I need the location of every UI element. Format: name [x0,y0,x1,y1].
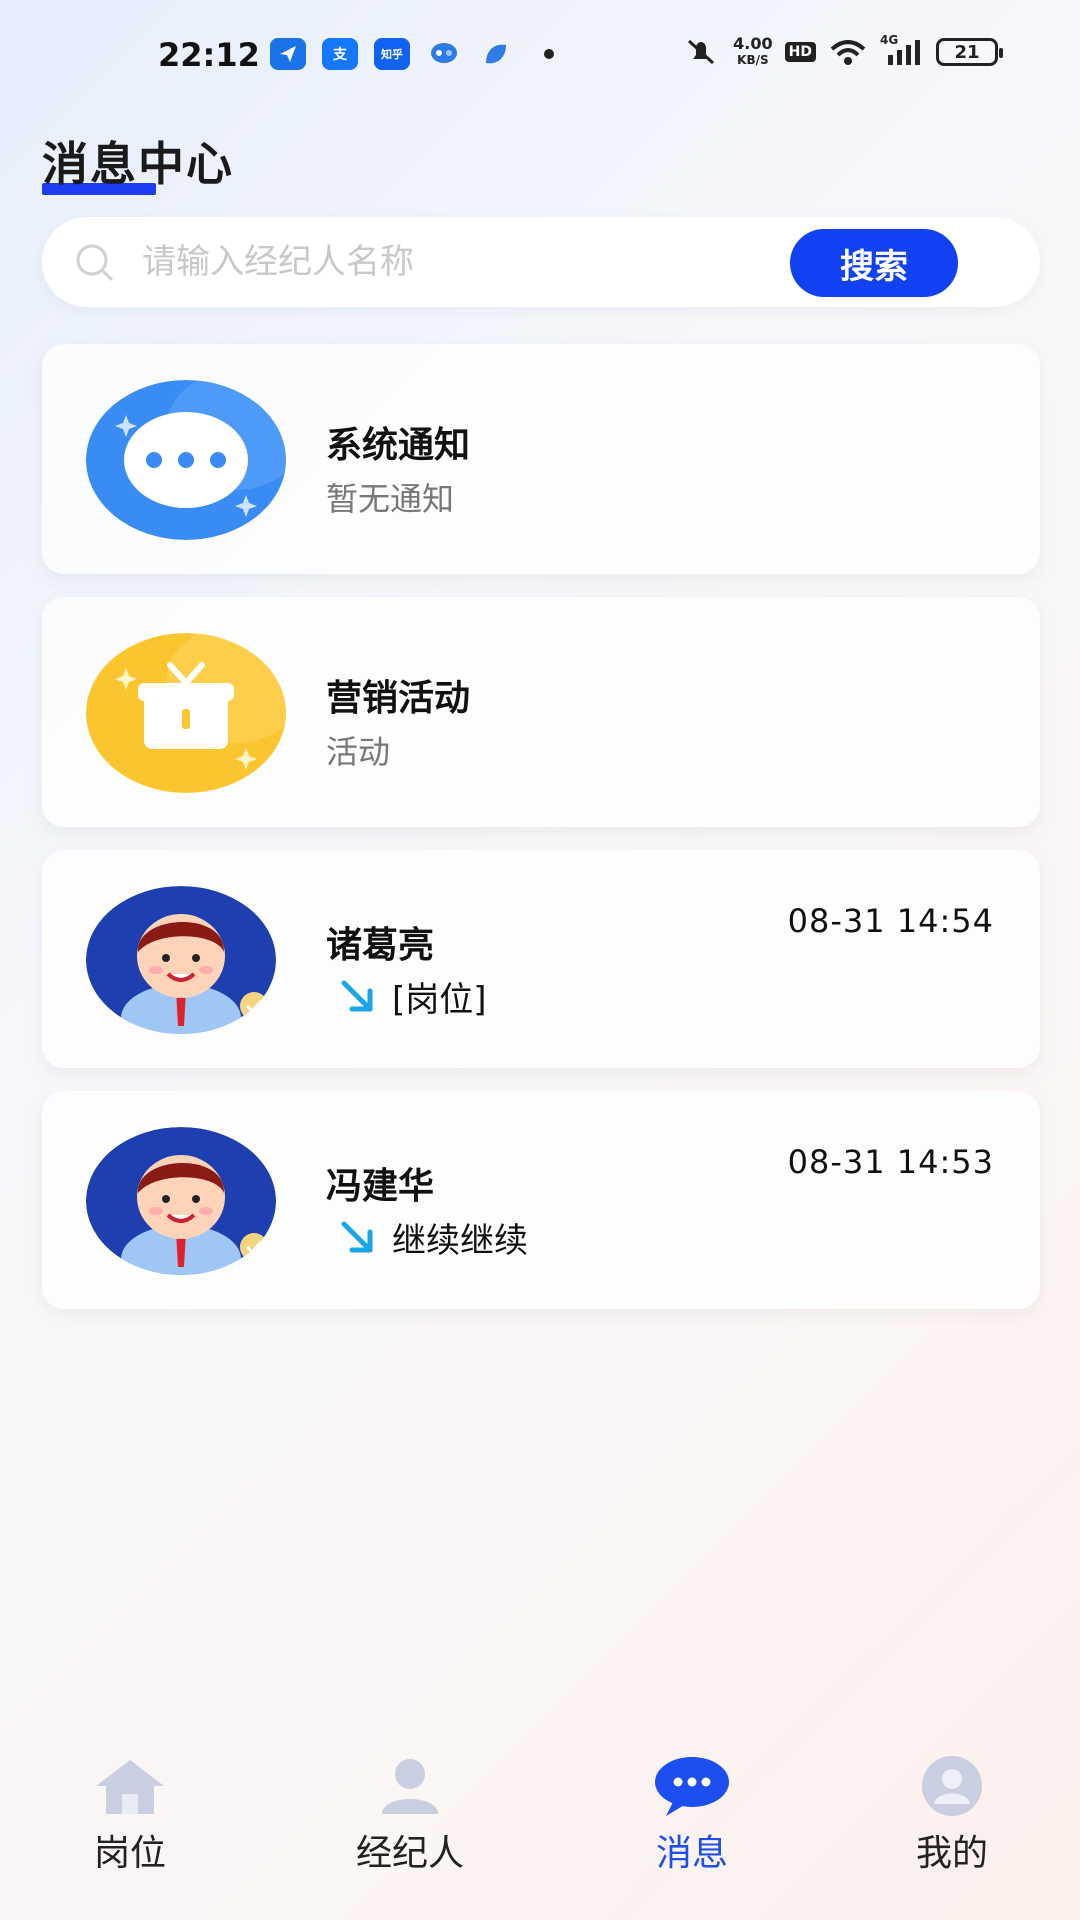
search-icon [76,244,113,281]
search-input[interactable] [142,235,782,289]
message-time: 08-31 14:53 [787,1143,994,1181]
message-time: 08-31 14:54 [787,902,994,940]
bottom-tab-bar: 岗位 经纪人 消息 我的 [0,1730,1080,1920]
paper-plane-icon [270,38,306,70]
alipay-icon: 支 [322,38,358,70]
leaf-icon [478,38,514,70]
system-notice-avatar [86,380,286,540]
system-indicators: 4.00 KB/S HD 4G 21 [681,33,1003,68]
preview-text: 继续继续 [392,1221,528,1261]
wifi-icon [830,40,866,65]
mute-icon [688,39,715,65]
tab-agents[interactable]: 经纪人 [310,1754,510,1876]
network-speed: 4.00 KB/S [733,34,773,68]
status-time: 22:12 [158,36,260,74]
message-preview: 继续继续 [336,1213,528,1262]
message-icon [655,1757,729,1816]
search-button[interactable]: 搜索 [790,229,958,297]
tab-messages[interactable]: 消息 [592,1754,792,1876]
more-notifications-dot [544,49,554,59]
tab-label: 我的 [915,1833,988,1874]
message-preview: [岗位] [336,972,487,1021]
tab-label: 经纪人 [355,1833,464,1874]
message-title: 系统通知 [326,425,471,466]
message-title: 营销活动 [326,678,471,719]
preview-text: [岗位] [392,980,487,1020]
home-icon [96,1760,164,1814]
search-bar: 搜索 [42,217,1040,307]
message-item-system-notice[interactable]: 系统通知 暂无通知 [42,344,1040,574]
chat-bubble-icon [426,38,462,70]
agent-avatar [86,886,276,1034]
signal-icon: 4G [880,33,924,67]
message-item-marketing[interactable]: 营销活动 活动 [42,597,1040,827]
tab-label: 消息 [655,1833,728,1874]
notification-icons: 支 知乎 [270,38,554,70]
tab-jobs[interactable]: 岗位 [30,1754,230,1876]
zhihu-icon: 知乎 [374,38,410,70]
arrow-down-right-icon [341,1221,373,1252]
agent-avatar [86,1127,276,1275]
tab-profile[interactable]: 我的 [852,1754,1052,1876]
person-icon [382,1759,438,1814]
contact-name: 冯建华 [326,1166,435,1207]
hd-badge: HD [784,42,816,62]
tab-label: 岗位 [93,1833,166,1874]
contact-name: 诸葛亮 [326,925,435,966]
status-bar: 22:12 支 知乎 4.00 KB/S HD 4G 21 [0,0,1080,110]
battery-indicator: 21 [936,38,1003,66]
arrow-down-right-icon [341,980,373,1011]
page-title: 消息中心 [42,137,234,191]
gift-box-icon [86,633,286,793]
message-item-chat[interactable]: 冯建华 08-31 14:53 继续继续 [42,1091,1040,1309]
chat-bubble-icon [86,380,286,540]
message-subtitle: 活动 [326,733,391,771]
profile-icon [922,1756,982,1816]
message-subtitle: 暂无通知 [326,480,455,518]
marketing-avatar [86,633,286,793]
message-item-chat[interactable]: 诸葛亮 08-31 14:54 [岗位] [42,850,1040,1068]
